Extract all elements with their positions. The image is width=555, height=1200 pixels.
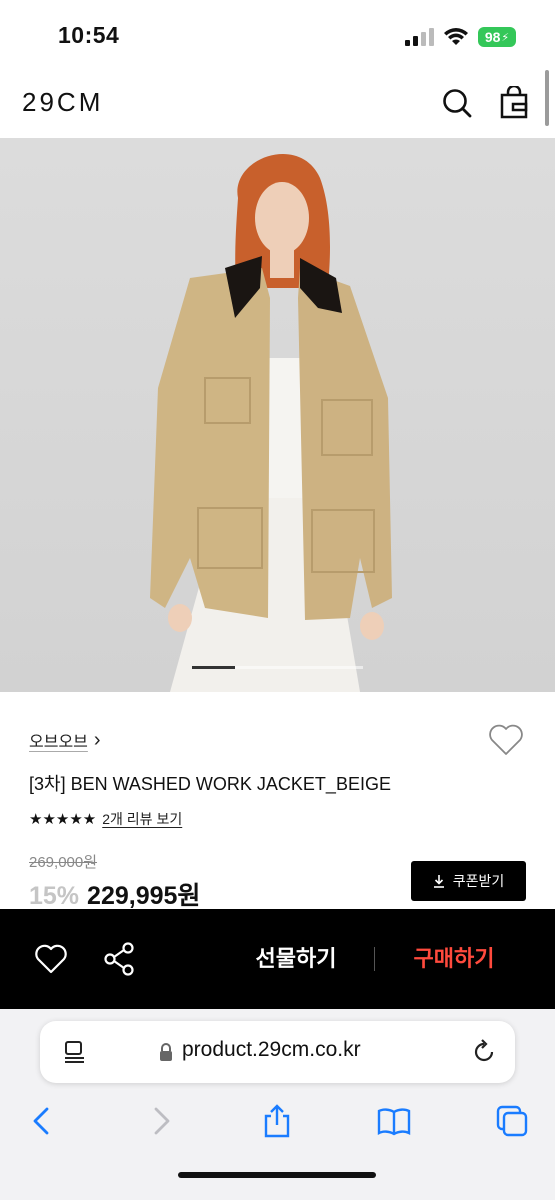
lock-icon [160, 1043, 172, 1061]
battery-level: 98 [484, 29, 501, 45]
site-header: 29CM [0, 70, 555, 138]
review-link[interactable]: 2개 리뷰 보기 [102, 809, 182, 829]
tabs-icon[interactable] [495, 1104, 529, 1138]
product-title: [3차] BEN WASHED WORK JACKET_BEIGE [29, 774, 391, 794]
product-photo [150, 154, 392, 692]
share-icon[interactable] [103, 941, 137, 977]
rating-stars: ★★★★★ [29, 811, 97, 828]
back-icon[interactable] [25, 1104, 59, 1138]
site-logo[interactable]: 29CM [22, 87, 103, 118]
action-divider [374, 947, 375, 971]
charging-icon: ⚡ [501, 31, 510, 44]
product-rating: ★★★★★ 2개 리뷰 보기 [29, 809, 182, 829]
reload-icon[interactable] [470, 1038, 498, 1066]
status-time: 10:54 [58, 22, 120, 48]
page-scrollbar[interactable] [545, 70, 549, 126]
page-menu-icon[interactable] [62, 1039, 88, 1065]
status-bar: 10:54 98 ⚡ [0, 0, 555, 70]
product-image[interactable] [0, 138, 555, 692]
brand-name: 오브오브 [29, 734, 88, 751]
purchase-action-bar: 선물하기 구매하기 [0, 909, 555, 1009]
get-coupon-label: 쿠폰받기 [452, 873, 505, 889]
download-icon [433, 875, 444, 888]
chevron-right-icon: › [93, 729, 101, 751]
buy-button[interactable]: 구매하기 [398, 942, 510, 976]
address-bar[interactable]: product.29cm.co.kr [40, 1021, 515, 1083]
url-text: product.29cm.co.kr [182, 1038, 361, 1061]
brand-link[interactable]: 오브오브 › [29, 728, 101, 752]
home-indicator [178, 1172, 376, 1178]
cellular-signal-icon [405, 28, 434, 46]
wishlist-heart-icon[interactable] [487, 722, 525, 758]
gift-button[interactable]: 선물하기 [240, 942, 352, 976]
image-pager-active [192, 666, 235, 669]
search-icon[interactable] [440, 86, 474, 120]
forward-icon[interactable] [144, 1104, 178, 1138]
share-sheet-icon[interactable] [260, 1104, 294, 1138]
sale-price-row: 15% 229,995원 [29, 876, 200, 912]
get-coupon-button[interactable]: 쿠폰받기 [411, 861, 526, 901]
shopping-bag-icon[interactable] [498, 86, 532, 120]
like-heart-icon[interactable] [34, 943, 68, 975]
bookmarks-icon[interactable] [377, 1104, 411, 1138]
original-price: 269,000원 [29, 854, 98, 871]
discount-rate: 15% [29, 882, 80, 910]
image-pager [192, 666, 363, 669]
sale-price: 229,995원 [87, 882, 201, 910]
battery-indicator: 98 ⚡ [478, 27, 516, 47]
wifi-icon [444, 28, 468, 45]
